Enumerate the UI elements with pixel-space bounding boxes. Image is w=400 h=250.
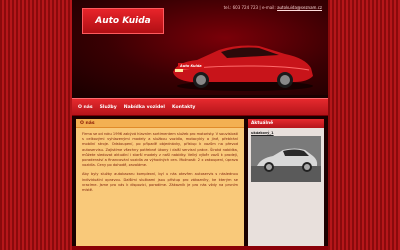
contact-email-link[interactable]: autokuida@seznam.cz [277, 5, 322, 10]
sidebar-title-bar: Aktuálně [248, 119, 324, 128]
nav-item-services[interactable]: Služby [100, 105, 117, 110]
main-nav: O nás Služby Nabídka vozidel Kontakty [72, 98, 328, 116]
nav-item-contacts[interactable]: Kontakty [172, 105, 195, 110]
car-badge: Auto Kuida [178, 63, 204, 69]
contact-phone: tel.: 603 724 723 | e-mail: [223, 5, 276, 10]
sidebar-title: Aktuálně [251, 121, 274, 126]
main-content: O nás Firma se od roku 1996 zabývá hlavn… [76, 119, 244, 250]
nav-item-vehicles[interactable]: Nabídka vozidel [124, 105, 165, 110]
header: Auto Kuida tel.: 603 724 723 | e-mail: a… [72, 0, 328, 95]
news-caption-link[interactable]: ukázkový_1 [248, 128, 324, 136]
sidebar: Aktuálně ukázkový_1 [248, 119, 324, 250]
contact-info: tel.: 603 724 723 | e-mail: autokuida@se… [224, 5, 322, 10]
site-container: Auto Kuida tel.: 603 724 723 | e-mail: a… [72, 0, 328, 250]
news-car-image[interactable] [251, 136, 321, 182]
nav-item-about[interactable]: O nás [78, 105, 93, 110]
content-paragraph-1: Firma se od roku 1996 zabývá hlavním sor… [82, 132, 238, 168]
logo[interactable]: Auto Kuida [82, 8, 164, 34]
footer-strip [72, 246, 328, 250]
content-title-bar: O nás [76, 119, 244, 128]
content-paragraph-2: Aby byly služby autobazaru komplexní, by… [82, 172, 238, 193]
logo-text: Auto Kuida [95, 16, 151, 26]
page-title: O nás [80, 120, 95, 126]
